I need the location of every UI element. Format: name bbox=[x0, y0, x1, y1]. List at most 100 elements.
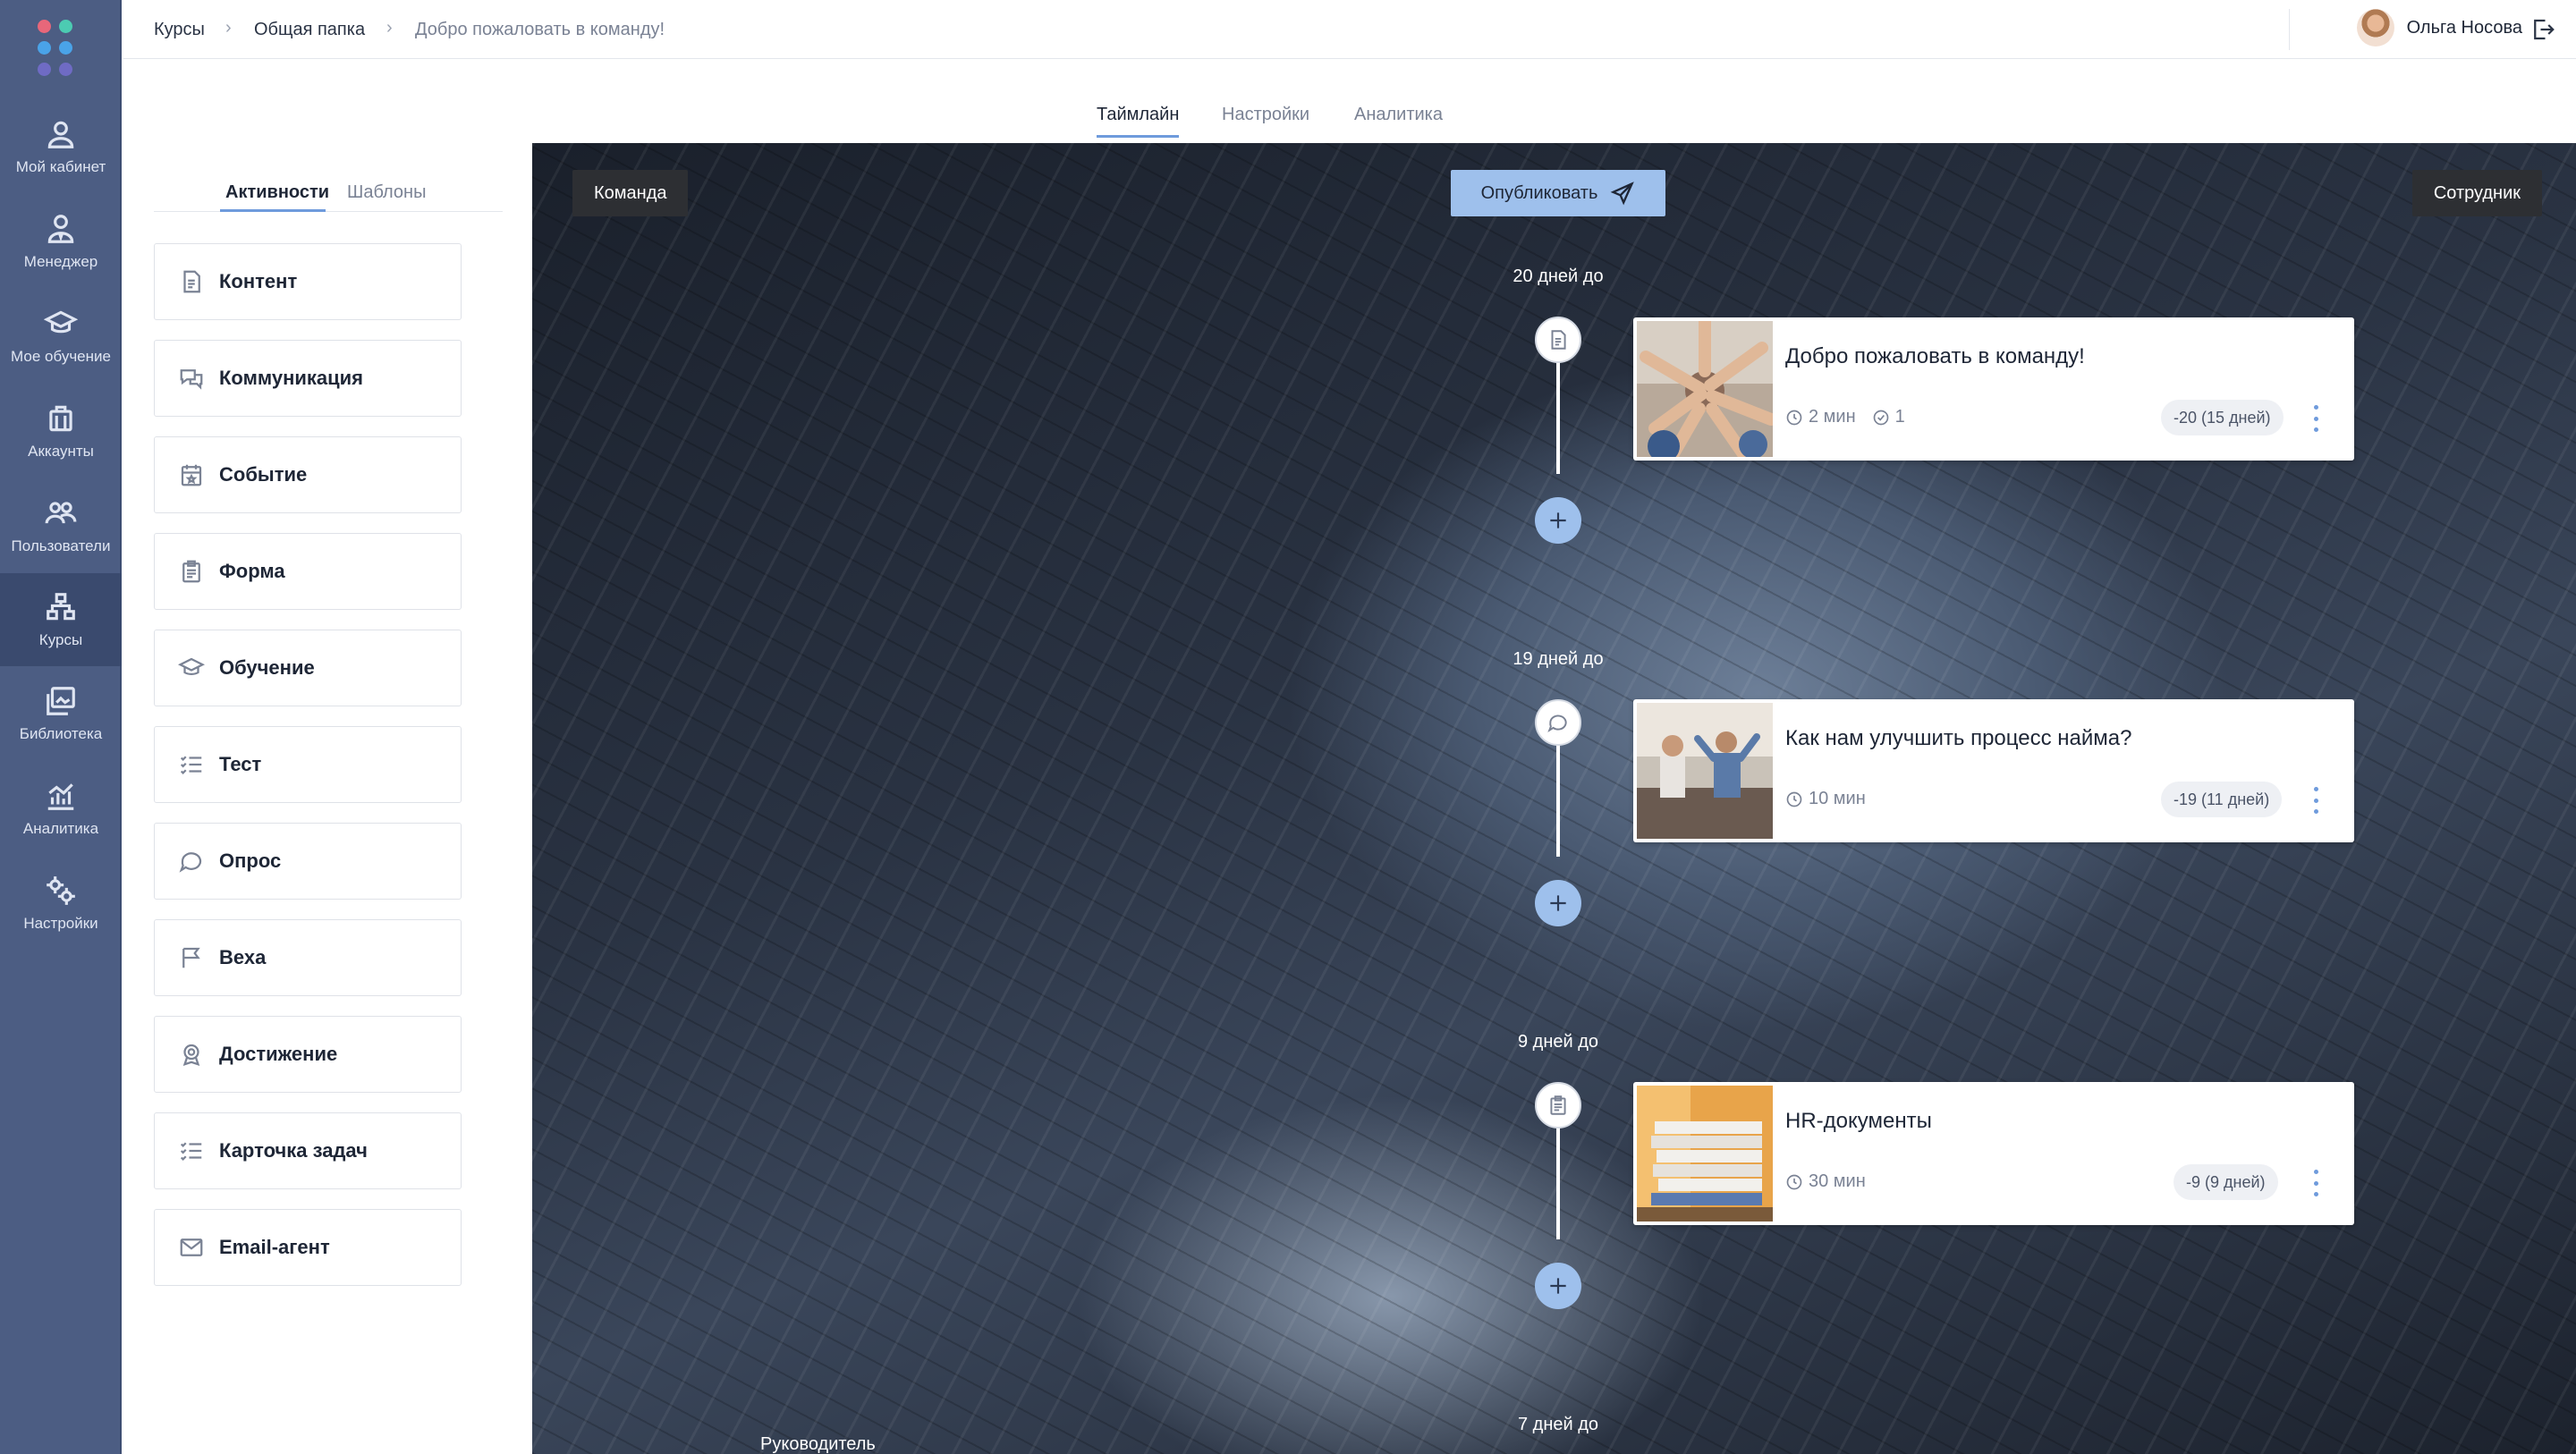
card-meta: 2 мин 1 bbox=[1785, 407, 1905, 427]
logout-icon[interactable] bbox=[2529, 16, 2556, 43]
offset-badge: -19 (11 дней) bbox=[2161, 782, 2283, 817]
nav-item-label: Менеджер bbox=[23, 253, 98, 270]
users-icon bbox=[45, 502, 77, 524]
avatar bbox=[2356, 9, 2394, 46]
card-duration: 30 мин bbox=[1809, 1171, 1866, 1191]
activity-test[interactable]: Тест bbox=[154, 726, 462, 803]
activity-label: Опрос bbox=[219, 850, 282, 872]
more-options-icon[interactable] bbox=[2311, 405, 2320, 432]
card-meta: 30 мин bbox=[1785, 1171, 1866, 1192]
calendar-icon bbox=[181, 464, 202, 486]
manager-icon bbox=[47, 215, 74, 243]
offset-badge: -9 (9 дней) bbox=[2174, 1164, 2278, 1200]
nav-item-library[interactable]: Библиотека bbox=[0, 667, 122, 760]
tab-settings[interactable]: Настройки bbox=[1222, 105, 1309, 125]
activity-label: Форма bbox=[219, 560, 285, 582]
breadcrumb-shared-folder[interactable]: Общая папка bbox=[254, 20, 365, 40]
nav-item-settings[interactable]: Настройки bbox=[0, 857, 122, 950]
tab-timeline[interactable]: Таймлайн bbox=[1097, 105, 1180, 138]
add-activity-button[interactable] bbox=[1535, 497, 1581, 544]
card-title: HR-документы bbox=[1785, 1109, 1932, 1133]
activity-card[interactable]: HR-документы 30 мин -9 (9 дней) bbox=[1633, 1082, 2354, 1225]
employee-button[interactable]: Сотрудник bbox=[2411, 170, 2542, 216]
card-title: Добро пожаловать в команду! bbox=[1785, 344, 2085, 368]
award-icon bbox=[182, 1044, 200, 1067]
activity-label: Коммуникация bbox=[219, 367, 364, 389]
nav-item-label: Мой кабинет bbox=[15, 158, 106, 175]
activity-card[interactable]: Как нам улучшить процесс найма? 10 мин -… bbox=[1633, 699, 2354, 842]
library-icon bbox=[47, 687, 75, 715]
clock-icon bbox=[1786, 1174, 1802, 1189]
nav-item-label: Курсы bbox=[38, 631, 83, 648]
nav-item-analytics[interactable]: Аналитика bbox=[0, 762, 122, 855]
nav-item-courses[interactable]: Курсы bbox=[0, 573, 122, 666]
timeline-canvas: Команда Опубликовать Сотрудник 20 дней д… bbox=[532, 143, 2576, 1454]
card-thumbnail bbox=[1637, 321, 1773, 457]
activity-label: Контент bbox=[219, 270, 298, 292]
panel-tab-indicator bbox=[220, 209, 326, 212]
chat-icon bbox=[1547, 714, 1567, 733]
user-icon bbox=[47, 121, 74, 148]
activity-poll[interactable]: Опрос bbox=[154, 823, 462, 900]
user-menu[interactable]: Ольга Носова bbox=[2356, 9, 2522, 46]
breadcrumb-courses[interactable]: Курсы bbox=[154, 20, 205, 40]
document-icon bbox=[1551, 330, 1566, 350]
app-logo[interactable] bbox=[38, 20, 86, 82]
more-options-icon[interactable] bbox=[2311, 787, 2320, 814]
nav-item-accounts[interactable]: Аккаунты bbox=[0, 385, 122, 478]
publish-button[interactable]: Опубликовать bbox=[1451, 170, 1665, 216]
activity-event[interactable]: Событие bbox=[154, 436, 462, 513]
day-label: 9 дней до bbox=[1517, 1032, 1599, 1052]
activity-label: Карточка задач bbox=[219, 1139, 368, 1162]
activity-label: Тест bbox=[219, 753, 262, 775]
nav-item-users[interactable]: Пользователи bbox=[0, 479, 122, 572]
panel-tabs-divider bbox=[154, 211, 503, 212]
nav-item-label: Библиотека bbox=[19, 725, 103, 742]
main-nav: Мой кабинет Менеджер Мое обучение Аккаун… bbox=[0, 0, 122, 1454]
more-options-icon[interactable] bbox=[2311, 1170, 2320, 1196]
card-title: Как нам улучшить процесс найма? bbox=[1785, 726, 2132, 750]
activity-card[interactable]: Добро пожаловать в команду! 2 мин 1 -20 … bbox=[1633, 317, 2354, 461]
activity-communication[interactable]: Коммуникация bbox=[154, 340, 462, 417]
add-activity-button[interactable] bbox=[1535, 1263, 1581, 1309]
team-button[interactable]: Команда bbox=[572, 170, 689, 216]
briefcase-icon bbox=[49, 405, 72, 432]
activity-task-card[interactable]: Карточка задач bbox=[154, 1112, 462, 1189]
nav-item-my-cabinet[interactable]: Мой кабинет bbox=[0, 100, 122, 193]
activity-learning[interactable]: Обучение bbox=[154, 630, 462, 706]
clock-icon bbox=[1786, 410, 1802, 425]
chevron-right-icon: › bbox=[225, 18, 232, 38]
activity-label: Достижение bbox=[219, 1043, 338, 1065]
card-duration: 2 мин bbox=[1809, 407, 1856, 427]
course-tabs: Таймлайн Настройки Аналитика bbox=[123, 60, 2576, 142]
timeline-node bbox=[1535, 317, 1581, 363]
nav-item-label: Пользователи bbox=[11, 537, 111, 554]
nav-item-my-learning[interactable]: Мое обучение bbox=[0, 290, 122, 383]
app-root: Мой кабинет Менеджер Мое обучение Аккаун… bbox=[0, 0, 2576, 1454]
activity-label: Веха bbox=[219, 946, 267, 968]
user-name: Ольга Носова bbox=[2406, 17, 2522, 38]
top-header: Курсы › Общая папка › Добро пожаловать в… bbox=[123, 0, 2576, 59]
settings-icon bbox=[47, 876, 75, 905]
activity-achievement[interactable]: Достижение bbox=[154, 1016, 462, 1093]
plus-icon bbox=[1550, 1278, 1566, 1294]
document-icon bbox=[183, 270, 200, 293]
card-meta: 10 мин bbox=[1785, 789, 1866, 809]
clipboard-icon bbox=[182, 560, 200, 583]
send-icon bbox=[1610, 182, 1635, 206]
plus-icon bbox=[1550, 895, 1566, 911]
activity-label: Событие bbox=[219, 463, 308, 486]
activities-panel: Активности Шаблоны Контент Коммуникация … bbox=[123, 143, 532, 1454]
activity-milestone[interactable]: Веха bbox=[154, 919, 462, 996]
breadcrumb-current: Добро пожаловать в команду! bbox=[415, 20, 665, 39]
card-thumbnail bbox=[1637, 703, 1773, 839]
add-activity-button[interactable] bbox=[1535, 880, 1581, 926]
panel-tab-templates[interactable]: Шаблоны bbox=[347, 182, 426, 203]
offset-badge: -20 (15 дней) bbox=[2161, 400, 2284, 435]
activity-form[interactable]: Форма bbox=[154, 533, 462, 610]
activity-content[interactable]: Контент bbox=[154, 243, 462, 320]
activity-email-agent[interactable]: Email-агент bbox=[154, 1209, 462, 1286]
tab-analytics[interactable]: Аналитика bbox=[1354, 105, 1443, 125]
nav-item-manager[interactable]: Менеджер bbox=[0, 195, 122, 288]
panel-tab-activities[interactable]: Активности bbox=[225, 182, 329, 203]
